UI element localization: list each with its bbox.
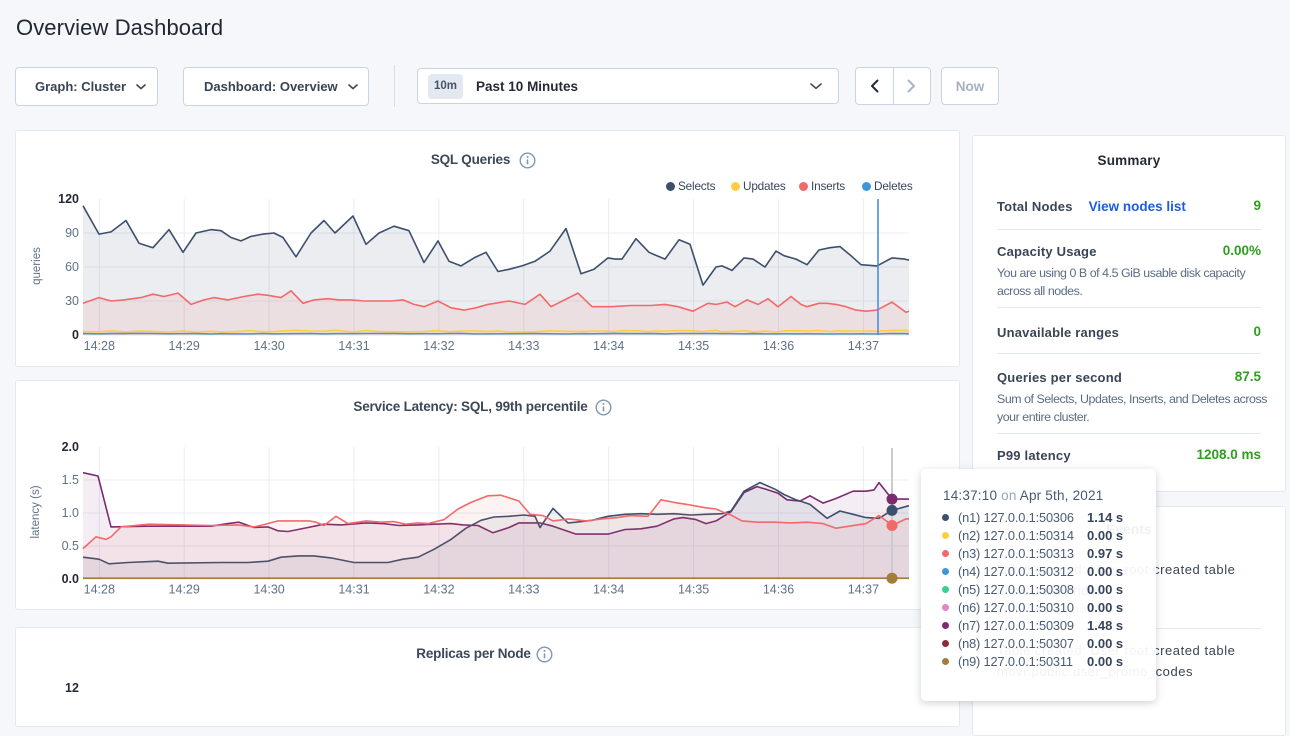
svg-text:0.5: 0.5 bbox=[62, 539, 79, 553]
svg-text:30: 30 bbox=[65, 294, 79, 308]
svg-text:14:30: 14:30 bbox=[253, 583, 284, 597]
svg-text:14:32: 14:32 bbox=[423, 583, 454, 597]
svg-text:14:36: 14:36 bbox=[763, 583, 794, 597]
svg-text:14:28: 14:28 bbox=[84, 583, 115, 597]
svg-text:14:33: 14:33 bbox=[508, 339, 539, 353]
svg-text:2.0: 2.0 bbox=[62, 440, 79, 454]
svg-text:14:29: 14:29 bbox=[169, 339, 200, 353]
svg-text:14:32: 14:32 bbox=[423, 339, 454, 353]
svg-text:14:33: 14:33 bbox=[508, 583, 539, 597]
svg-text:1.0: 1.0 bbox=[62, 506, 79, 520]
svg-text:0.0: 0.0 bbox=[62, 572, 79, 586]
svg-text:14:35: 14:35 bbox=[678, 339, 709, 353]
svg-text:120: 120 bbox=[58, 192, 79, 206]
svg-text:0: 0 bbox=[72, 328, 79, 342]
svg-text:60: 60 bbox=[65, 260, 79, 274]
svg-text:14:34: 14:34 bbox=[593, 339, 624, 353]
svg-text:1.5: 1.5 bbox=[62, 473, 79, 487]
svg-text:14:36: 14:36 bbox=[763, 339, 794, 353]
svg-text:latency (s): latency (s) bbox=[30, 485, 42, 538]
svg-text:14:34: 14:34 bbox=[593, 583, 624, 597]
svg-text:14:30: 14:30 bbox=[253, 339, 284, 353]
svg-text:14:31: 14:31 bbox=[338, 339, 369, 353]
svg-text:14:31: 14:31 bbox=[338, 583, 369, 597]
svg-text:14:37: 14:37 bbox=[848, 339, 879, 353]
svg-text:14:35: 14:35 bbox=[678, 583, 709, 597]
svg-text:14:37: 14:37 bbox=[848, 583, 879, 597]
svg-text:90: 90 bbox=[65, 226, 79, 240]
svg-text:queries: queries bbox=[31, 247, 43, 285]
svg-text:14:28: 14:28 bbox=[84, 339, 115, 353]
svg-text:14:29: 14:29 bbox=[169, 583, 200, 597]
